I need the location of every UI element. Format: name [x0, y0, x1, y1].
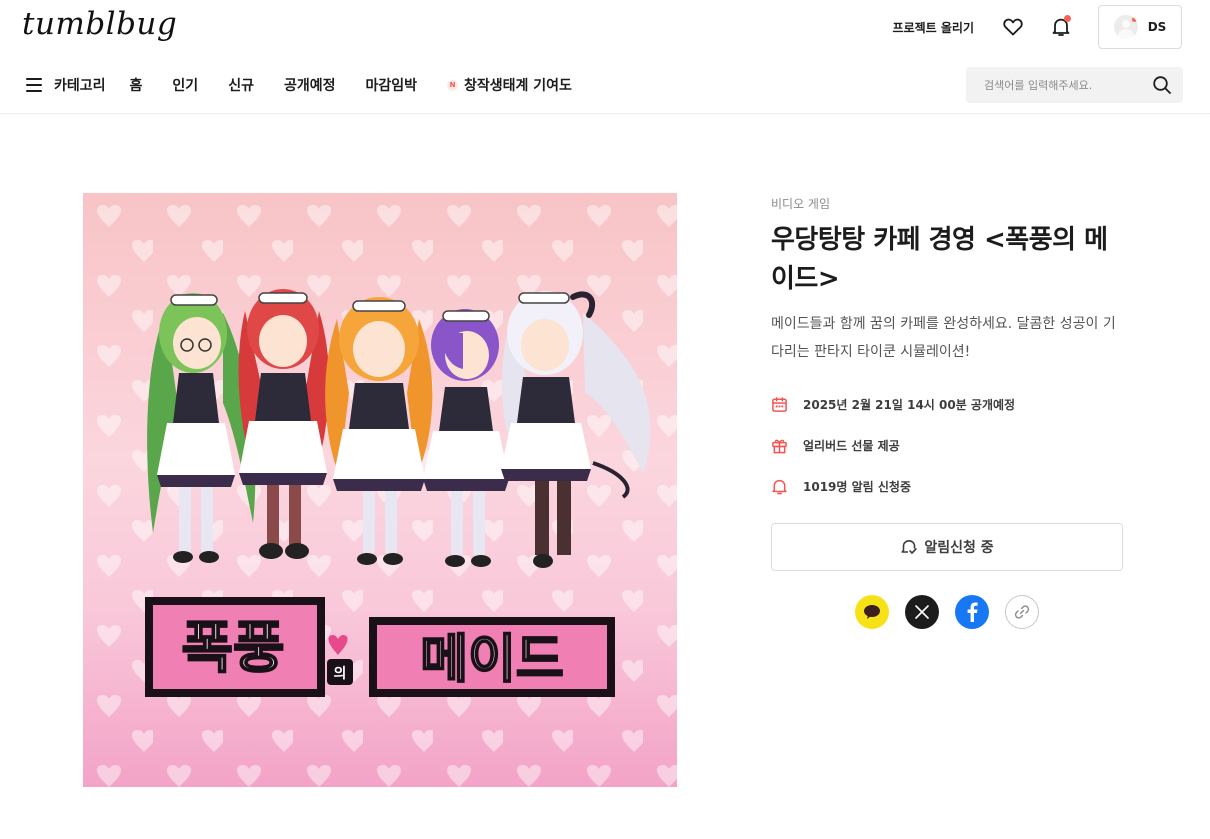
nav-new[interactable]: 신규 — [228, 75, 254, 95]
link-icon — [1014, 605, 1030, 619]
nav-creator-ecosystem-label: 창작생태계 기여도 — [464, 78, 572, 94]
profile-name: DS — [1147, 20, 1167, 34]
project-subtitle: 메이드들과 함께 꿈의 카페를 완성하세요. 달콤한 성공이 기다리는 판타지 … — [771, 316, 1116, 360]
main-nav: 카테고리 홈 인기 신규 공개예정 마감임박 N 창작생태계 기여도 — [26, 67, 602, 103]
meta-earlybird-text: 얼리버드 선물 제공 — [803, 439, 900, 453]
project-category[interactable]: 비디오 게임 — [771, 192, 1123, 216]
svg-text:폭풍: 폭풍 — [181, 616, 284, 681]
meta-subscribers-text: 1019명 알림 신청중 — [803, 480, 911, 494]
project-meta: 2025년 2월 21일 14시 00분 공개예정 얼리버드 선물 제공 101… — [771, 384, 1123, 507]
bell-icon[interactable] — [1050, 15, 1072, 38]
upload-project-link[interactable]: 프로젝트 올리기 — [893, 19, 974, 36]
hamburger-icon — [26, 78, 42, 92]
new-badge: N — [447, 79, 459, 91]
bell-check-icon — [901, 539, 918, 554]
meta-earlybird: 얼리버드 선물 제공 — [771, 425, 1123, 466]
share-buttons — [771, 595, 1123, 629]
search-input[interactable] — [966, 67, 1136, 103]
logo[interactable]: tumblbug — [22, 6, 177, 42]
x-icon — [915, 605, 929, 619]
search-bar — [966, 67, 1183, 103]
svg-text:메이드: 메이드 — [420, 630, 564, 690]
header: tumblbug 프로젝트 올리기 DS 카테고리 홈 인기 신규 공개예정 마… — [0, 0, 1210, 114]
notify-button[interactable]: 알림신청 중 — [771, 523, 1123, 571]
svg-text:의: 의 — [334, 665, 347, 682]
cover-illustration: 폭풍 메이드 의 — [83, 193, 677, 787]
share-link-button[interactable] — [1005, 595, 1039, 629]
share-kakao-button[interactable] — [855, 595, 889, 629]
nav-category[interactable]: 카테고리 — [26, 75, 106, 95]
heart-icon[interactable] — [1002, 16, 1024, 38]
profile-button[interactable]: DS — [1098, 5, 1182, 49]
search-icon[interactable] — [1152, 75, 1172, 95]
project-title: 우당탕탕 카페 경영 <폭풍의 메이드> — [771, 225, 1108, 294]
bell-icon — [772, 479, 787, 495]
nav-popular[interactable]: 인기 — [172, 75, 198, 95]
kakao-icon — [864, 605, 880, 619]
meta-subscribers: 1019명 알림 신청중 — [771, 466, 1123, 507]
top-actions: 프로젝트 올리기 DS — [893, 5, 1182, 49]
share-x-button[interactable] — [905, 595, 939, 629]
meta-launch-date: 2025년 2월 21일 14시 00분 공개예정 — [771, 384, 1123, 425]
nav-home[interactable]: 홈 — [130, 75, 143, 95]
calendar-icon — [772, 397, 787, 412]
nav-closing[interactable]: 마감임박 — [365, 75, 417, 95]
nav-upcoming[interactable]: 공개예정 — [284, 75, 336, 95]
gift-icon — [772, 439, 787, 454]
facebook-icon — [967, 602, 978, 622]
meta-launch-text: 2025년 2월 21일 14시 00분 공개예정 — [803, 398, 1016, 412]
avatar — [1113, 15, 1138, 39]
nav-category-label: 카테고리 — [54, 78, 106, 94]
share-facebook-button[interactable] — [955, 595, 989, 629]
notification-dot — [1064, 15, 1071, 22]
project-info: 비디오 게임 우당탕탕 카페 경영 <폭풍의 메이드> 메이드들과 함께 꿈의 … — [771, 193, 1123, 629]
nav-creator-ecosystem[interactable]: N 창작생태계 기여도 — [447, 75, 572, 95]
project-cover-image[interactable]: 폭풍 메이드 의 — [83, 193, 677, 787]
notify-button-label: 알림신청 중 — [924, 540, 994, 556]
